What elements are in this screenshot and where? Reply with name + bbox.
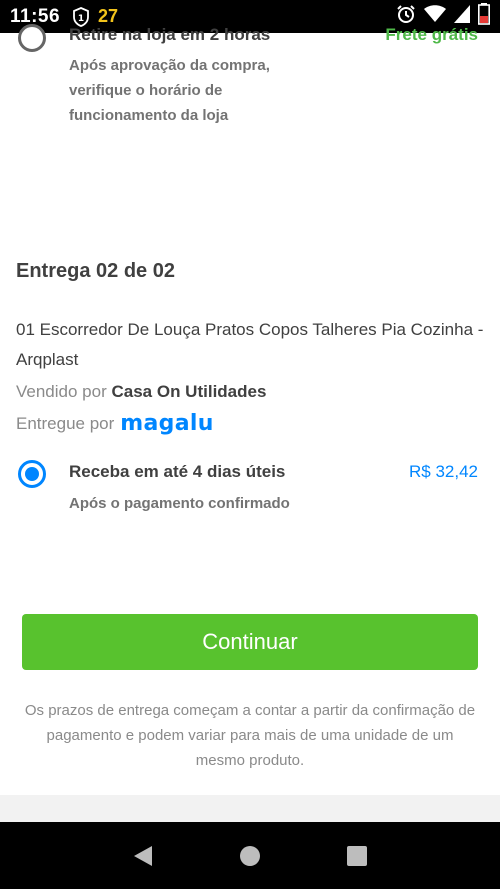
back-icon[interactable] <box>123 836 163 876</box>
continue-button[interactable]: Continuar <box>22 614 478 670</box>
battery-icon <box>478 3 490 30</box>
svg-text:1: 1 <box>78 14 84 24</box>
free-shipping-label: Frete grátis <box>385 25 478 44</box>
pickup-radio[interactable] <box>18 24 46 52</box>
recents-icon[interactable] <box>337 836 377 876</box>
pickup-option-subtitle: Após aprovação da compra, verifique o ho… <box>69 57 270 124</box>
delivery-section-title: Entrega 02 de 02 <box>16 260 175 282</box>
sold-by: Vendido por Casa On Utilidades <box>16 382 267 401</box>
delivered-by: Entregue por magalu <box>16 411 214 436</box>
navigation-bar <box>0 822 500 889</box>
pickup-option-title: Retire na loja em 2 horas <box>69 25 271 44</box>
magalu-logo: magalu <box>120 411 214 436</box>
product-name: 01 Escorredor De Louça Pratos Copos Talh… <box>16 320 484 369</box>
shield-icon: 1 <box>72 6 90 27</box>
delivery-note: Os prazos de entrega começam a contar a … <box>24 702 476 769</box>
delivery-option-price: R$ 32,42 <box>409 462 478 481</box>
delivery-option-title: Receba em até 4 dias úteis <box>69 462 286 481</box>
home-icon[interactable] <box>230 836 270 876</box>
notification-count: 27 <box>98 6 119 26</box>
delivery-option-subtitle: Após o pagamento confirmado <box>69 495 290 512</box>
seller-name: Casa On Utilidades <box>111 382 267 401</box>
footer-divider <box>0 795 500 823</box>
delivery-option-radio[interactable] <box>18 460 46 488</box>
